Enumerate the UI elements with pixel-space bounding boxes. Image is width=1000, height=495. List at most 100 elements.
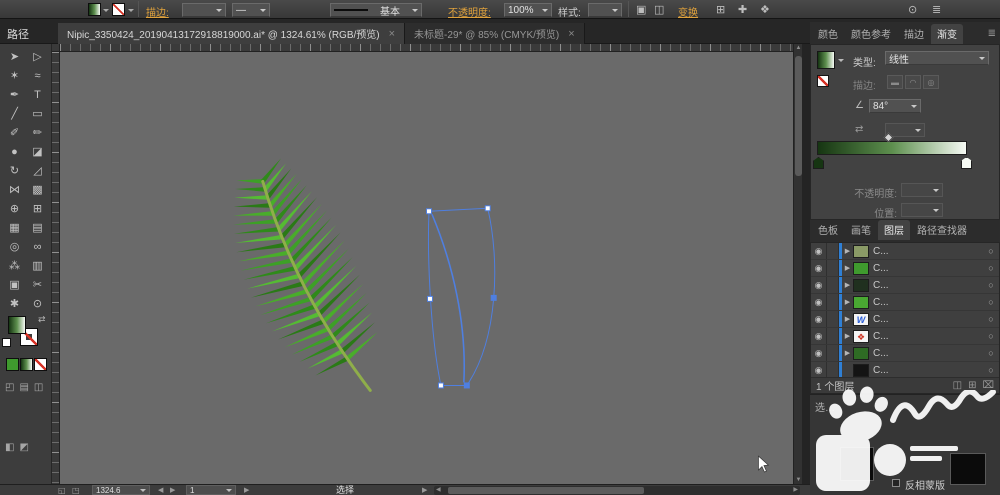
stroke-gradient-within-button[interactable]: ▬ — [887, 75, 903, 89]
panel-tab[interactable]: 色板 — [812, 220, 844, 240]
panel-tab[interactable]: 描边 — [898, 24, 930, 44]
gradient-angle-dropdown[interactable]: 84° — [869, 99, 921, 113]
scroll-right-icon[interactable]: ▶ — [793, 486, 798, 495]
perspective-grid-tool[interactable]: ⊞ — [26, 200, 49, 219]
visibility-toggle-icon[interactable]: ◉ — [811, 243, 827, 259]
page-icon[interactable]: ◳ — [72, 485, 80, 495]
mask-thumbnail[interactable] — [950, 453, 986, 485]
fill-indicator-swatch[interactable] — [8, 316, 26, 334]
lasso-tool[interactable]: ≈ — [26, 67, 49, 86]
zoom-dropdown[interactable]: 1324.6 — [92, 485, 150, 495]
horizontal-scroll-thumb[interactable] — [448, 487, 644, 494]
target-circle-icon[interactable]: ○ — [983, 331, 999, 341]
pathfinder-icon[interactable]: ❖ — [760, 3, 770, 16]
gradient-stop-end[interactable] — [961, 157, 972, 169]
none-mode-button[interactable] — [34, 358, 47, 371]
horizontal-scrollbar[interactable]: ◀ ▶ — [434, 486, 800, 495]
drawn-curve[interactable] — [432, 214, 464, 382]
gradient-swatch-arrow-icon[interactable] — [838, 59, 844, 65]
stroke-weight-dropdown[interactable] — [182, 3, 226, 17]
selected-path[interactable] — [427, 206, 497, 388]
target-circle-icon[interactable]: ○ — [983, 263, 999, 273]
anchor-point[interactable] — [438, 383, 443, 388]
panel-tab[interactable]: 路径查找器 — [911, 220, 973, 240]
lock-toggle[interactable] — [827, 311, 839, 327]
make-mask-icon[interactable]: ◫ — [953, 380, 962, 391]
default-fill-stroke-icon[interactable] — [2, 338, 11, 347]
gradient-stop-start[interactable] — [813, 157, 824, 169]
visibility-toggle-icon[interactable]: ◉ — [811, 328, 827, 344]
lock-toggle[interactable] — [827, 328, 839, 344]
panel-tab[interactable]: 渐变 — [931, 24, 963, 44]
visibility-toggle-icon[interactable]: ◉ — [811, 277, 827, 293]
blend-tool[interactable]: ∞ — [26, 238, 49, 257]
expand-arrow-icon[interactable]: ▶ — [842, 281, 853, 289]
anchor-point[interactable] — [491, 295, 496, 300]
next-artboard-icon[interactable]: ▶ — [170, 485, 175, 495]
anchor-point[interactable] — [464, 383, 469, 388]
stop-position-dropdown[interactable] — [901, 203, 943, 217]
doc-tab[interactable]: 未标题-29* @ 85% (CMYK/预览) × — [405, 23, 585, 44]
expand-arrow-icon[interactable]: ▶ — [842, 298, 853, 306]
panel-tab[interactable]: 颜色参考 — [845, 24, 897, 44]
eyedropper-tool[interactable]: ◎ — [3, 238, 26, 257]
pen-tool[interactable]: ✒ — [3, 86, 26, 105]
zoom-tool[interactable]: ⊙ — [26, 295, 49, 314]
new-sublayer-icon[interactable]: ⊞ — [968, 380, 976, 391]
fill-dropdown-arrow-icon[interactable] — [103, 9, 109, 15]
horizontal-ruler[interactable] — [60, 44, 793, 52]
selection-outline[interactable] — [428, 208, 494, 385]
eraser-tool[interactable]: ◪ — [26, 143, 49, 162]
panel-tab[interactable]: 颜色 — [812, 24, 844, 44]
vertical-ruler[interactable] — [52, 52, 60, 484]
preferences-icon[interactable]: ◫ — [654, 3, 664, 16]
expand-arrow-icon[interactable]: ▶ — [842, 332, 853, 340]
artboard-navigation-dropdown[interactable]: 1 — [186, 485, 236, 495]
anchor-point[interactable] — [485, 206, 490, 211]
layer-row[interactable]: ◉ ▶ C... ○ — [811, 345, 999, 362]
lock-toggle[interactable] — [827, 345, 839, 361]
draw-normal-icon[interactable]: ◰ — [5, 382, 14, 393]
symbol-sprayer-tool[interactable]: ⁂ — [3, 257, 26, 276]
lock-toggle[interactable] — [827, 243, 839, 259]
document-setup-icon[interactable]: ▣ — [636, 3, 646, 16]
width-tool[interactable]: ⋈ — [3, 181, 26, 200]
lock-toggle[interactable] — [827, 277, 839, 293]
expand-arrow-icon[interactable]: ▶ — [842, 247, 853, 255]
add-icon[interactable]: ✚ — [738, 3, 747, 16]
last-artboard-icon[interactable]: ▶ — [244, 485, 249, 495]
blob-brush-tool[interactable]: ● — [3, 143, 26, 162]
stroke-dropdown-arrow-icon[interactable] — [128, 9, 134, 15]
visibility-toggle-icon[interactable]: ◉ — [811, 260, 827, 276]
expand-arrow-icon[interactable]: ▶ — [842, 315, 853, 323]
rectangle-tool[interactable]: ▭ — [26, 105, 49, 124]
layer-row[interactable]: ◉ ▶ C... ○ — [811, 277, 999, 294]
hand-tool[interactable]: ✱ — [3, 295, 26, 314]
align-panel-icon[interactable]: ⊞ — [716, 3, 725, 16]
opacity-panel-link[interactable]: 不透明度: — [448, 4, 491, 19]
doc-tab-close-icon[interactable]: × — [568, 28, 574, 40]
layer-row[interactable]: ◉ ▶ C... ○ — [811, 294, 999, 311]
panel-menu-icon[interactable]: ≣ — [988, 28, 996, 39]
stroke-gradient-along-button[interactable]: ◠ — [905, 75, 921, 89]
opacity-dropdown[interactable]: 100% — [504, 3, 552, 17]
layer-row[interactable]: ◉ ▶ C... ○ — [811, 260, 999, 277]
style-dropdown[interactable] — [588, 3, 622, 17]
transform-panel-link[interactable]: 变换 — [678, 4, 698, 19]
lock-toggle[interactable] — [827, 260, 839, 276]
slice-tool[interactable]: ✂ — [26, 276, 49, 295]
gradient-type-dropdown[interactable]: 线性 — [885, 51, 989, 65]
mesh-tool[interactable]: ▦ — [3, 219, 26, 238]
page-tiling-icon[interactable]: ◱ — [58, 485, 66, 495]
ruler-corner[interactable] — [52, 44, 60, 52]
target-circle-icon[interactable]: ○ — [983, 314, 999, 324]
visibility-toggle-icon[interactable]: ◉ — [811, 345, 827, 361]
change-screen-mode-icon[interactable]: ◩ — [19, 442, 28, 453]
object-thumbnail[interactable] — [840, 447, 874, 481]
layer-row[interactable]: ◉ ▶ ❖ C... ○ — [811, 328, 999, 345]
expand-arrow-icon[interactable]: ▶ — [842, 349, 853, 357]
brush-definition-dropdown[interactable]: 基本 — [330, 3, 422, 17]
canvas[interactable] — [60, 52, 793, 484]
type-tool[interactable]: T — [26, 86, 49, 105]
visibility-toggle-icon[interactable]: ◉ — [811, 294, 827, 310]
